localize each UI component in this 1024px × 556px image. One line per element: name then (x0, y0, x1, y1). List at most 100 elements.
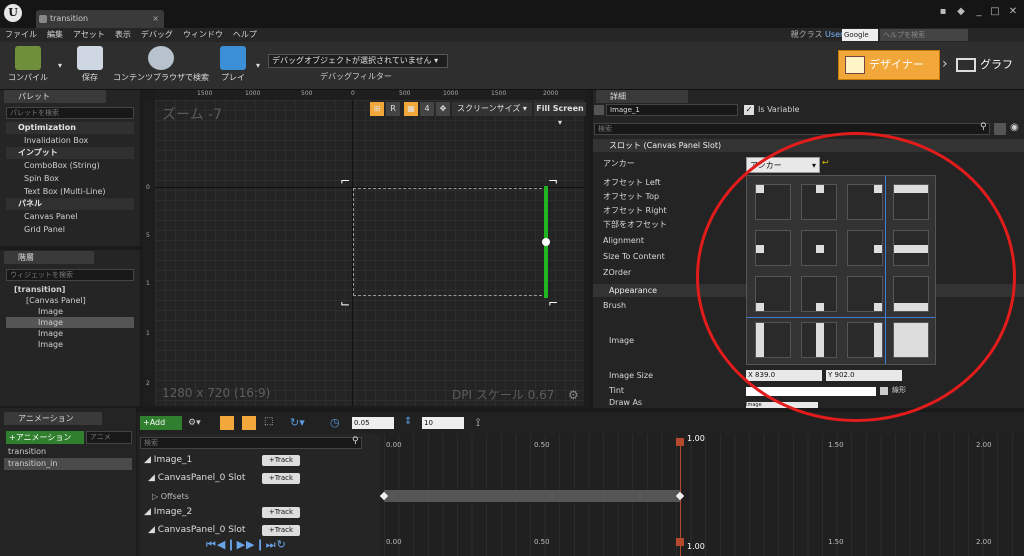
menu-file[interactable]: ファイル (0, 28, 42, 42)
compile-options-button[interactable]: ▾ (52, 46, 68, 86)
animation-item-selected[interactable]: transition_in (4, 458, 132, 470)
compile-button[interactable]: コンパイル (6, 46, 50, 86)
track-offsets[interactable]: ▷ Offsets (140, 488, 189, 505)
ruler-label: 1 (146, 330, 150, 337)
anchor-handle-icon[interactable]: ⌙ (340, 296, 350, 310)
add-track-button[interactable]: +Track (262, 525, 300, 536)
vp-grid-icon[interactable]: ▦ (404, 102, 418, 116)
palette-search-input[interactable]: パレットを検索 (6, 107, 134, 119)
track-canvas-slot[interactable]: ◢ CanvasPanel_0 Slot (140, 522, 245, 539)
playhead-marker[interactable] (676, 438, 684, 446)
vp-r-button[interactable]: R (386, 102, 400, 116)
add-animation-button[interactable]: +アニメーション (6, 431, 84, 444)
track-search-input[interactable]: 検索 (140, 437, 362, 449)
anchor-handle-icon[interactable]: ¬ (548, 174, 558, 188)
ruler-label: 1000 (443, 90, 459, 97)
palette-item[interactable]: Canvas Panel (6, 210, 134, 223)
tab-animations[interactable]: アニメーション (4, 412, 102, 425)
track-image-1[interactable]: ◢ Image_1 (140, 452, 192, 469)
browse-button[interactable]: コンテンツブラウザで検索 (110, 46, 212, 86)
add-track-button[interactable]: +Track (262, 473, 300, 484)
close-window-button[interactable]: ✕ (1006, 6, 1020, 18)
graph-mode-button[interactable]: グラフ (950, 50, 1024, 80)
play-options-button[interactable]: ▾ (252, 46, 264, 86)
notification-icon[interactable]: ▪ (936, 6, 950, 18)
add-track-button[interactable]: +Add (140, 416, 182, 430)
palette-category-optimization[interactable]: Optimization (6, 122, 134, 134)
dpi-settings-gear-icon[interactable]: ⚙ (568, 388, 579, 402)
track-image-2[interactable]: ◢ Image_2 (140, 504, 192, 521)
filter-icon[interactable]: ⚙▾ (188, 416, 210, 430)
hierarchy-canvas-panel[interactable]: [Canvas Panel] (6, 295, 134, 306)
red-annotation-circle (696, 132, 1016, 422)
eye-icon[interactable]: ◉ (1010, 122, 1019, 133)
palette-category-panel[interactable]: パネル (6, 198, 134, 210)
vp-snap-icon[interactable]: ✥ (436, 102, 450, 116)
ruler-label: 2000 (543, 90, 559, 97)
tab-details[interactable]: 詳細 (596, 90, 688, 103)
details-search-input[interactable]: 検索 (594, 123, 990, 135)
is-variable-checkbox[interactable]: ✓ (744, 105, 754, 115)
save-button[interactable]: 保存 (74, 46, 106, 86)
playhead-marker-bottom[interactable] (676, 538, 684, 546)
playback-controls[interactable]: ⏮◀❙▶▶❙⏭↻ (206, 538, 287, 552)
pivot-handle-icon[interactable] (542, 238, 550, 246)
anchor-handle-icon[interactable]: ⌐ (548, 296, 558, 310)
screen-size-select[interactable]: スクリーンサイズ ▾ (452, 102, 532, 116)
palette-item[interactable]: Invalidation Box (6, 134, 134, 147)
frame-rate-select[interactable]: 10 (422, 417, 464, 429)
curve-icon[interactable]: ⟟ (476, 416, 480, 430)
add-track-button[interactable]: +Track (262, 455, 300, 466)
play-button[interactable]: プレイ (216, 46, 250, 86)
offsets-key-bar[interactable] (384, 490, 680, 502)
hierarchy-image[interactable]: Image (6, 339, 134, 350)
time-step-select[interactable]: 0.05 (352, 417, 394, 429)
property-matrix-icon[interactable] (994, 123, 1006, 135)
add-track-button[interactable]: +Track (262, 507, 300, 518)
search-engine-select[interactable]: Google (842, 29, 878, 41)
vp-grid-size-button[interactable]: 4 (420, 102, 434, 116)
chevron-right-icon: › (942, 56, 948, 72)
palette-item[interactable]: Spin Box (6, 172, 134, 185)
designer-icon (845, 56, 865, 74)
document-tab[interactable]: transition × (36, 10, 164, 28)
debug-object-select[interactable]: デバッグオブジェクトが選択されていません ▾ (268, 54, 448, 68)
help-search-input[interactable]: ヘルプを検索 (880, 29, 968, 41)
close-tab-icon[interactable]: × (152, 10, 159, 28)
hierarchy-image[interactable]: Image (6, 306, 134, 317)
menu-edit[interactable]: 編集 (42, 28, 68, 42)
select-icon[interactable]: ⬚ (264, 416, 273, 427)
menu-window[interactable]: ウィンドウ (178, 28, 228, 42)
minimize-button[interactable]: _ (972, 6, 986, 18)
vp-toggle-icon[interactable]: ⊞ (370, 102, 384, 116)
animation-item[interactable]: transition (4, 446, 132, 458)
palette-category-input[interactable]: インプット (6, 147, 134, 159)
source-control-icon[interactable]: ◆ (954, 6, 968, 18)
menu-help[interactable]: ヘルプ (228, 28, 262, 42)
menu-asset[interactable]: アセット (68, 28, 110, 42)
loop-icon[interactable]: ↻▾ (290, 416, 305, 429)
maximize-button[interactable]: □ (988, 6, 1002, 18)
track-canvas-slot[interactable]: ◢ CanvasPanel_0 Slot (140, 470, 245, 487)
fill-screen-select[interactable]: Fill Screen ▾ (534, 102, 586, 127)
anchor-handle-icon[interactable]: ⌐ (340, 174, 350, 188)
tab-hierarchy[interactable]: 階層 (4, 251, 94, 264)
key-icon[interactable] (220, 416, 234, 430)
widget-search-input[interactable]: ウィジェットを検索 (6, 269, 134, 281)
tab-palette[interactable]: パレット (4, 90, 106, 103)
hierarchy-image[interactable]: Image (6, 328, 134, 339)
menu-view[interactable]: 表示 (110, 28, 136, 42)
menu-debug[interactable]: デバッグ (136, 28, 178, 42)
animation-search-input[interactable]: アニメ (86, 431, 132, 444)
hierarchy-root[interactable]: [transition] (6, 284, 134, 295)
hierarchy-image-selected[interactable]: Image (6, 317, 134, 328)
parent-class-label: 親クラス (790, 30, 823, 39)
ruler-label: 0 (146, 184, 150, 191)
designer-mode-button[interactable]: デザイナー (838, 50, 940, 80)
palette-item[interactable]: Grid Panel (6, 223, 134, 236)
snap-icon[interactable] (242, 416, 256, 430)
palette-item[interactable]: ComboBox (String) (6, 159, 134, 172)
widget-name-input[interactable]: Image_1 (606, 104, 738, 116)
palette-item[interactable]: Text Box (Multi-Line) (6, 185, 134, 198)
track-label: CanvasPanel_0 Slot (157, 525, 246, 535)
